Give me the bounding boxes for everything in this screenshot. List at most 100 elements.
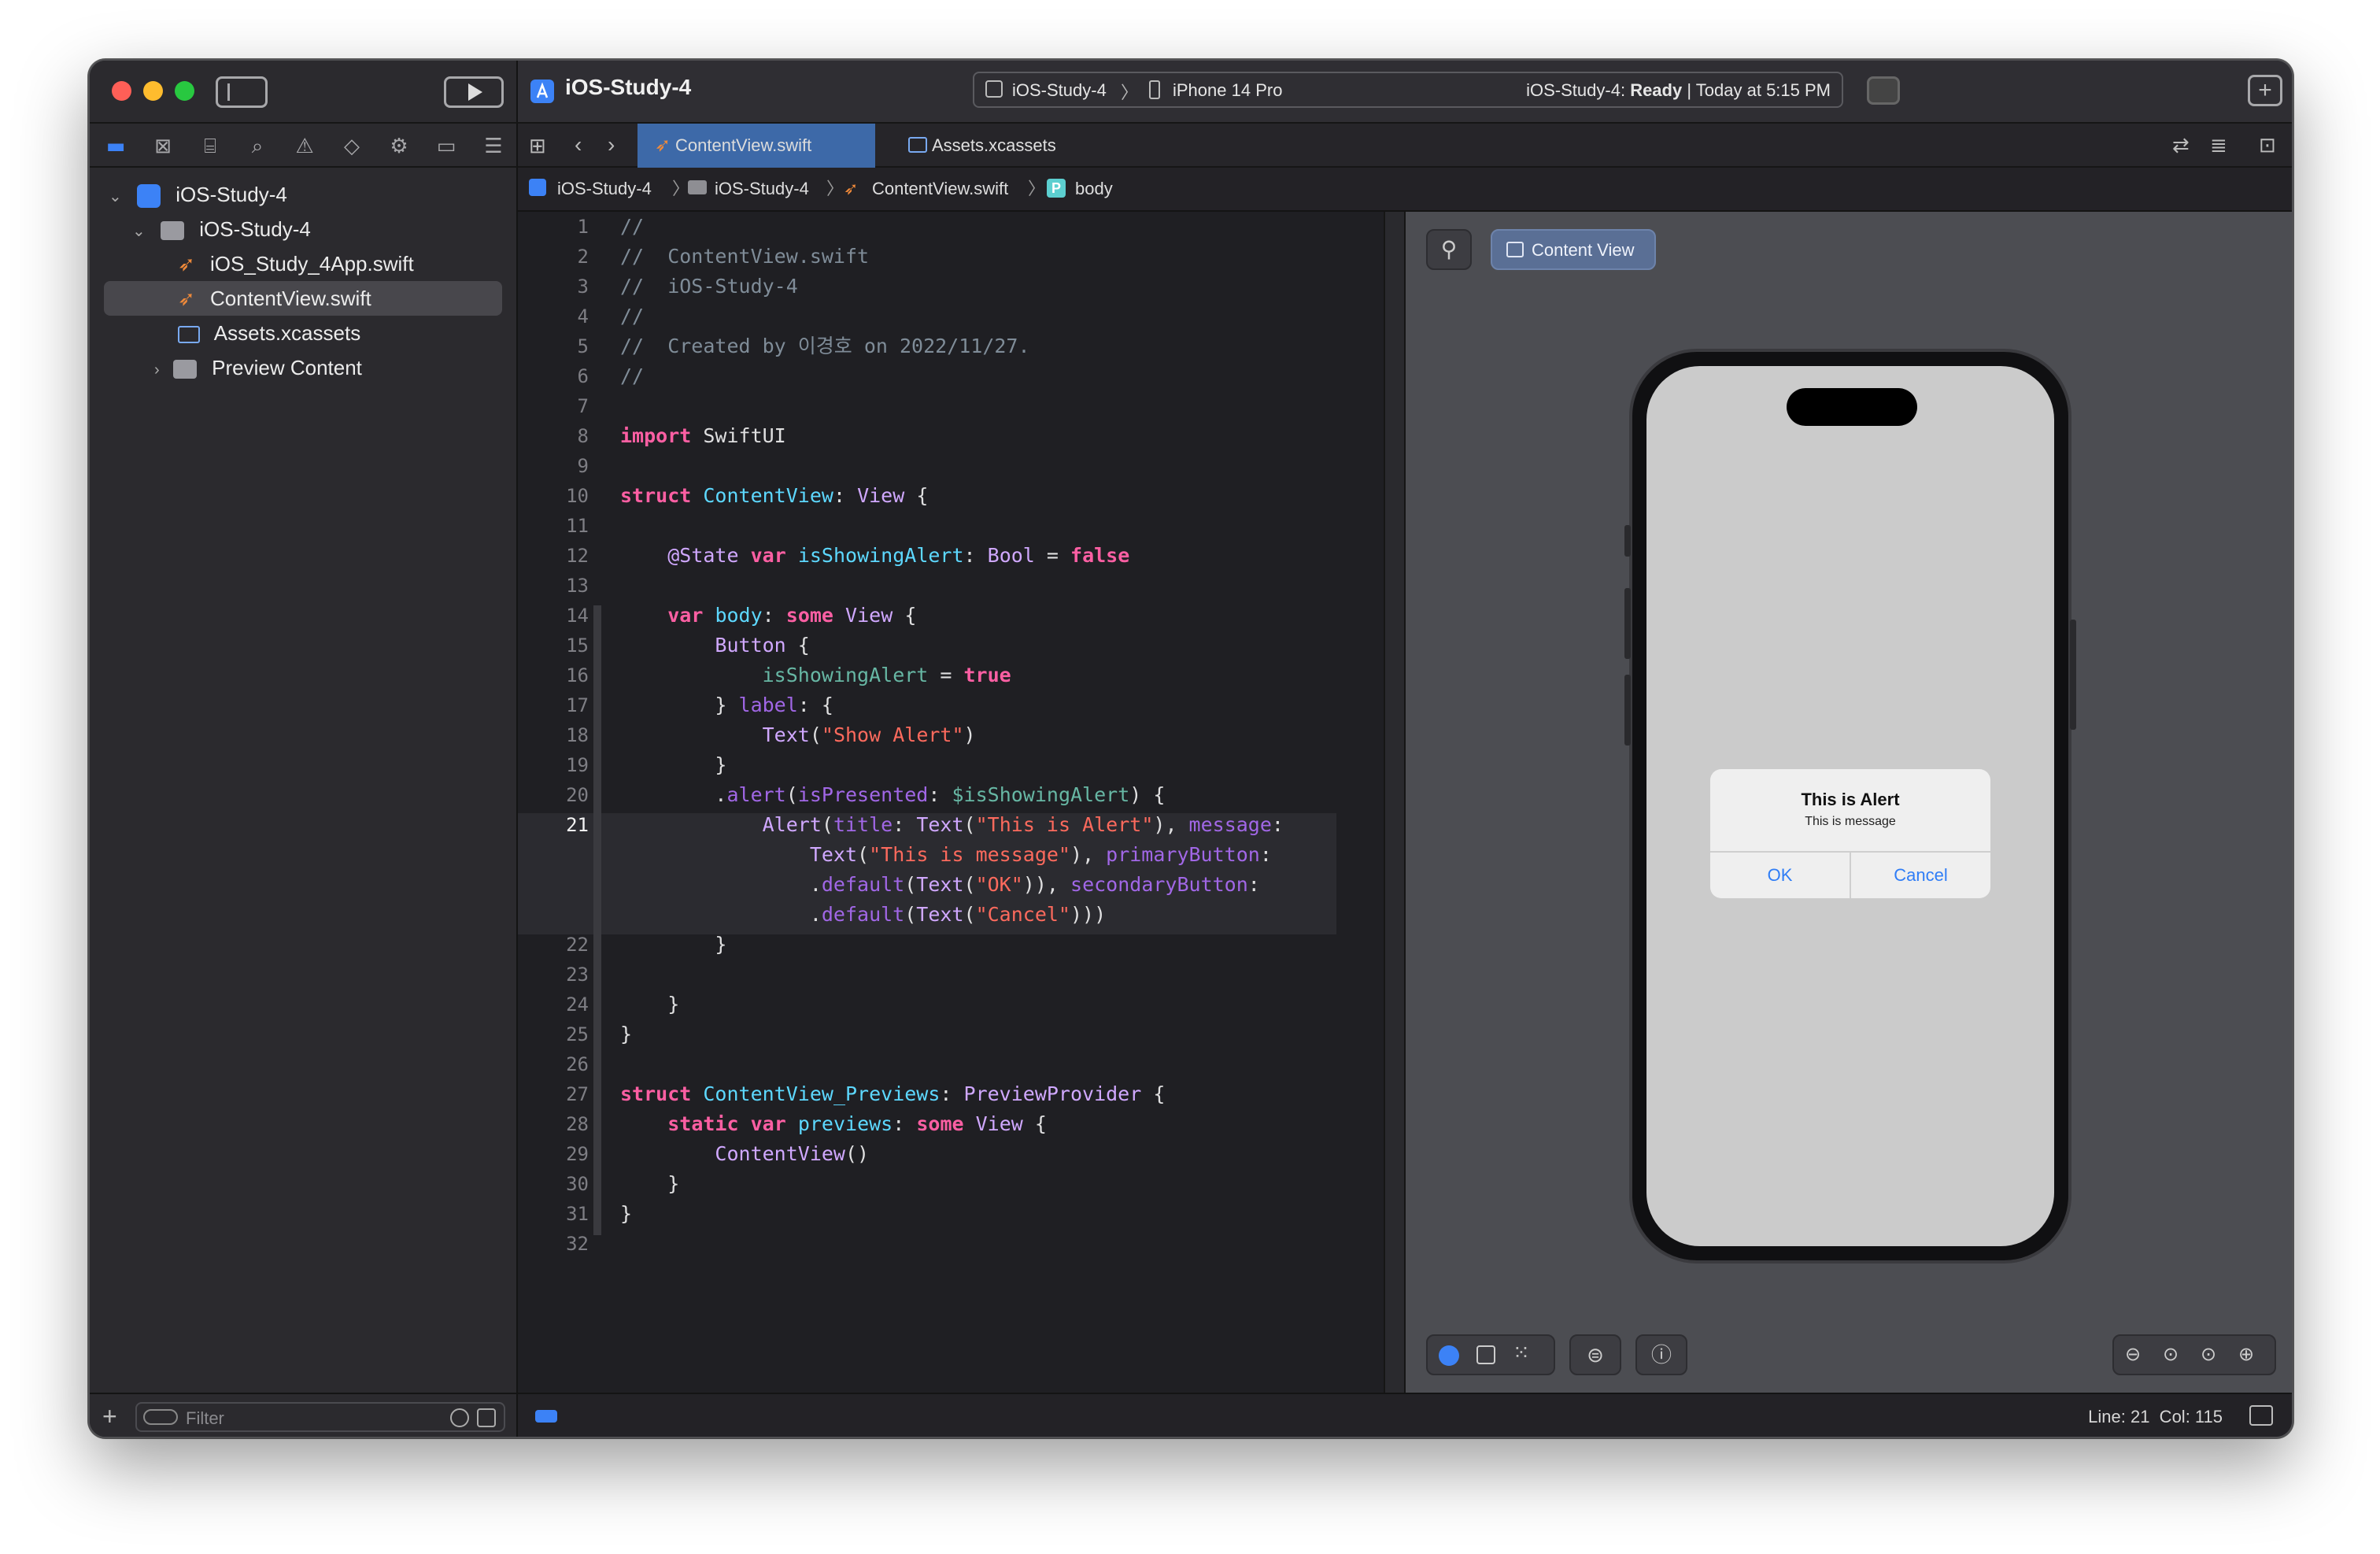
device-selector[interactable]: iPhone 14 Pro — [1173, 80, 1282, 101]
breadcrumb-item[interactable]: iOS-Study-4 — [715, 168, 809, 210]
line-number — [524, 870, 589, 900]
code-line: // iOS-Study-4 — [620, 275, 798, 298]
code-line: } — [620, 753, 727, 776]
symbol-navigator-icon[interactable]: ⌸ — [197, 133, 224, 160]
tree-row-project[interactable]: ⌄ iOS-Study-4 — [109, 177, 287, 212]
tree-row-group[interactable]: ⌄ iOS-Study-4 — [132, 212, 311, 246]
editor-options-icon[interactable]: ≣ — [2210, 133, 2227, 157]
tree-label: iOS-Study-4 — [176, 183, 287, 206]
toggle-navigator-icon[interactable] — [216, 76, 268, 108]
scheme-selector[interactable]: iOS-Study-4 — [1012, 80, 1107, 101]
tree-row-file-selected[interactable]: ➶ ContentView.swift — [104, 281, 502, 316]
close-window-button[interactable] — [112, 81, 131, 101]
tree-row-preview-content[interactable]: › Preview Content — [154, 350, 362, 385]
report-icon[interactable]: ☰ — [480, 133, 507, 160]
line-number — [524, 840, 589, 870]
add-file-button[interactable]: + — [102, 1402, 117, 1431]
split-editor-icon[interactable]: ⊡ — [2259, 133, 2276, 157]
related-items-icon[interactable]: ⇄ — [2172, 133, 2190, 157]
status-state: Ready — [1630, 80, 1683, 100]
folder-navigator-icon[interactable]: ▬ — [102, 133, 129, 160]
zoom-actual-icon[interactable]: ⊙ — [2201, 1336, 2216, 1374]
project-title: iOS-Study-4 — [565, 75, 692, 99]
info-icon[interactable]: ⓘ — [1635, 1334, 1687, 1375]
tree-label: Assets.xcassets — [213, 321, 361, 345]
line-number: 14 — [566, 605, 589, 627]
clock-icon[interactable] — [450, 1408, 469, 1427]
run-button[interactable] — [444, 76, 504, 108]
filter-scope-icon[interactable] — [477, 1408, 496, 1427]
alert-cancel-button[interactable]: Cancel — [1851, 853, 1990, 898]
variants-icon[interactable]: ⁙ — [1513, 1341, 1530, 1365]
breadcrumb-item[interactable]: body — [1075, 168, 1113, 210]
line-number: 4 — [577, 305, 589, 327]
preview-tab-content-view[interactable]: Content View — [1491, 229, 1656, 270]
code-line: Button { — [715, 634, 810, 657]
live-preview-icon[interactable] — [1439, 1345, 1459, 1366]
tab-assets[interactable]: Assets.xcassets — [888, 124, 1108, 168]
device-settings-icon[interactable]: ⊜ — [1569, 1334, 1621, 1375]
filter-placeholder: Filter — [186, 1408, 224, 1428]
zoom-window-button[interactable] — [175, 81, 194, 101]
iphone-icon — [1149, 80, 1160, 99]
code-line: } label: { — [620, 694, 833, 716]
zoom-out-icon[interactable]: ⊖ — [2125, 1336, 2141, 1374]
filter-field[interactable]: Filter — [135, 1402, 505, 1432]
breadcrumb: iOS-Study-4 〉 iOS-Study-4 〉 ➶ ContentVie… — [518, 168, 2292, 212]
code-line: .default(Text("Cancel"))) — [620, 903, 1107, 926]
debug-icon[interactable]: ⚙ — [386, 133, 412, 160]
status-project: iOS-Study-4: — [1526, 80, 1626, 100]
editor-status-bar: Line: 21 Col: 115 — [518, 1393, 2292, 1437]
minimize-window-button[interactable] — [143, 81, 163, 101]
zoom-fit-icon[interactable]: ⊙ — [2163, 1336, 2179, 1374]
line-number: 18 — [566, 724, 589, 746]
test-icon[interactable]: ◇ — [338, 133, 365, 160]
chevron-right-icon: 〉 — [1028, 179, 1046, 198]
source-editor[interactable]: 1 2 3 4 5 6 7 8 9 10 11 12 13 14 15 16 17 18 19 20 21 22 23 24 2… — [518, 212, 1399, 1393]
line-number-gutter: 1 2 3 4 5 6 7 8 9 10 11 12 13 14 15 16 17 18 19 20 21 22 23 24 2… — [518, 212, 589, 1393]
line-number: 12 — [566, 545, 589, 567]
alert-ok-button[interactable]: OK — [1710, 853, 1850, 898]
source-control-icon[interactable]: ⊠ — [150, 133, 176, 160]
grid-icon[interactable]: ⊞ — [529, 135, 546, 157]
line-number: 28 — [566, 1113, 589, 1135]
code-fold-ribbon[interactable] — [593, 605, 601, 1235]
search-icon[interactable]: ⌕ — [244, 133, 271, 160]
selectable-mode-icon[interactable] — [1476, 1345, 1495, 1364]
swift-file-icon: ➶ — [178, 287, 195, 310]
line-number: 22 — [566, 934, 589, 956]
chevron-down-icon: ⌄ — [109, 188, 122, 205]
code-line: .default(Text("OK")), secondaryButton: — [620, 873, 1260, 896]
window-icon — [1506, 242, 1524, 257]
editor-canvas-divider[interactable] — [1384, 212, 1406, 1393]
debug-area-toggle-icon[interactable] — [535, 1410, 557, 1423]
tree-label: iOS_Study_4App.swift — [210, 252, 414, 276]
code-line: Alert(title: Text("This is Alert"), mess… — [762, 813, 1284, 836]
folder-icon — [688, 180, 707, 194]
warning-icon[interactable]: ⚠ — [291, 133, 318, 160]
zoom-controls: ⊖ ⊙ ⊙ ⊕ — [2112, 1334, 2276, 1375]
line-number: 19 — [566, 754, 589, 776]
sidebar-toolbar — [90, 61, 518, 122]
line-number: 20 — [566, 784, 589, 806]
code-line: @State var isShowingAlert: Bool = false — [667, 544, 1130, 567]
tab-contentview[interactable]: ➶ ContentView.swift — [638, 124, 875, 168]
add-library-button[interactable]: + — [2248, 75, 2282, 106]
code-line: } — [620, 933, 727, 956]
pin-icon[interactable]: ⚲ — [1426, 229, 1472, 270]
tree-row-file[interactable]: ➶ iOS_Study_4App.swift — [178, 246, 414, 281]
line-number: 6 — [577, 365, 589, 387]
navigator-selector-bar: ▬ ⊠ ⌸ ⌕ ⚠ ◇ ⚙ ▭ ☰ — [90, 122, 518, 168]
filter-options-icon[interactable] — [143, 1409, 178, 1425]
breadcrumb-item[interactable]: iOS-Study-4 — [557, 168, 652, 210]
forward-icon[interactable]: › — [608, 131, 615, 158]
toggle-debug-area-icon[interactable] — [2249, 1405, 2273, 1426]
cloud-icon[interactable] — [1867, 76, 1900, 105]
breakpoint-icon[interactable]: ▭ — [433, 133, 460, 160]
iphone-screen[interactable]: This is Alert This is message OK Cancel — [1646, 366, 2054, 1246]
line-number: 24 — [566, 993, 589, 1016]
zoom-in-icon[interactable]: ⊕ — [2238, 1336, 2254, 1374]
tree-row-assets[interactable]: Assets.xcassets — [178, 316, 360, 350]
breadcrumb-item[interactable]: ContentView.swift — [872, 168, 1008, 210]
back-icon[interactable]: ‹ — [575, 131, 582, 158]
